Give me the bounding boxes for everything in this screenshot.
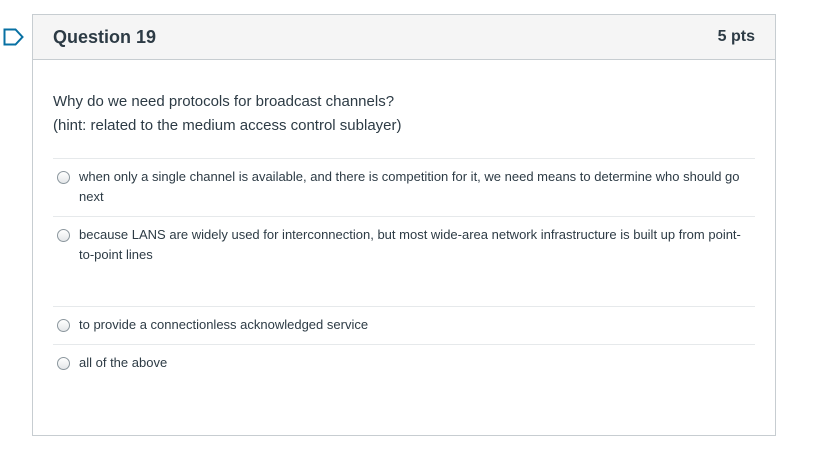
question-body: Why do we need protocols for broadcast c… [33, 60, 775, 383]
question-hint: (hint: related to the medium access cont… [53, 117, 402, 134]
answer-label[interactable]: when only a single channel is available,… [79, 167, 751, 207]
answer-list: when only a single channel is available,… [53, 158, 755, 383]
question-header: Question 19 5 pts [33, 15, 775, 60]
quiz-page: Question 19 5 pts Why do we need protoco… [0, 0, 829, 474]
flag-question-icon[interactable] [3, 28, 25, 46]
answer-option[interactable]: because LANS are widely used for interco… [53, 217, 755, 307]
question-text: Why do we need protocols for broadcast c… [53, 90, 755, 138]
answer-label[interactable]: because LANS are widely used for interco… [79, 225, 751, 265]
question-points: 5 pts [717, 28, 755, 45]
answer-option[interactable]: to provide a connectionless acknowledged… [53, 307, 755, 345]
answer-label[interactable]: to provide a connectionless acknowledged… [79, 315, 368, 335]
radio-button[interactable] [57, 319, 70, 332]
question-title: Question 19 [53, 26, 157, 47]
question-card: Question 19 5 pts Why do we need protoco… [32, 14, 776, 436]
answer-option[interactable]: when only a single channel is available,… [53, 159, 755, 217]
radio-button[interactable] [57, 357, 70, 370]
answer-label[interactable]: all of the above [79, 353, 167, 373]
question-text-line: Why do we need protocols for broadcast c… [53, 93, 395, 110]
answer-option[interactable]: all of the above [53, 345, 755, 383]
radio-button[interactable] [57, 171, 70, 184]
radio-button[interactable] [57, 229, 70, 242]
